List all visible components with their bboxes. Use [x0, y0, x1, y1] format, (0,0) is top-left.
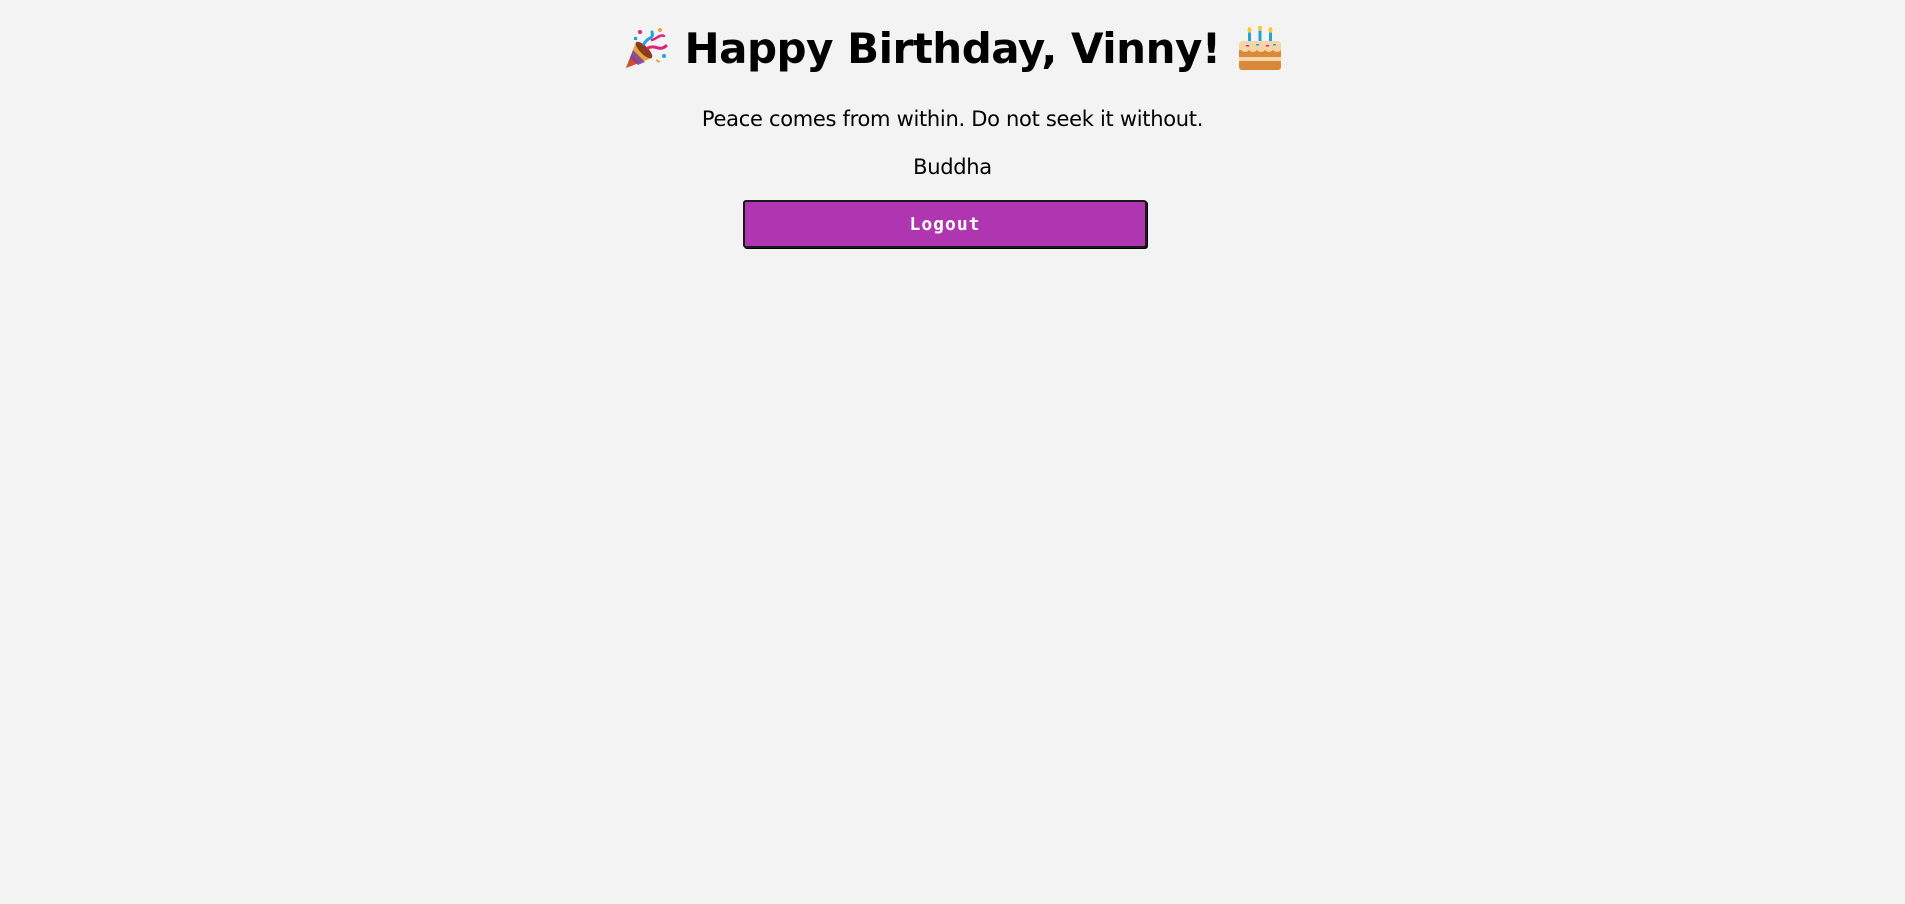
greeting-header: Happy Birthday, Vinny!: [0, 20, 1905, 78]
birthday-cake-icon: [1237, 26, 1283, 72]
birthday-page: Happy Birthday, Vinny! Peace comes from …: [0, 0, 1905, 904]
page-title: Happy Birthday, Vinny!: [684, 24, 1221, 73]
party-popper-icon: [622, 26, 668, 72]
quote-author: Buddha: [913, 155, 992, 179]
quote-text: Peace comes from within. Do not seek it …: [701, 107, 1204, 131]
logout-button[interactable]: Logout: [743, 200, 1147, 248]
